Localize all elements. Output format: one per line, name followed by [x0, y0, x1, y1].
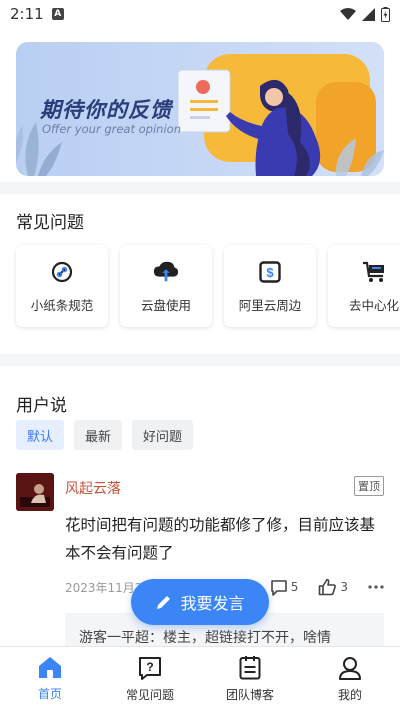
pencil-icon — [157, 595, 171, 609]
dollar-icon: $ — [257, 259, 283, 285]
tab-label: 团队博客 — [225, 687, 274, 702]
fab-label: 我要发言 — [180, 594, 245, 613]
tab-label: 常见问题 — [125, 687, 174, 702]
signal-icon — [362, 7, 375, 21]
filter-chips: 默认 最新 好问题 — [16, 420, 194, 450]
section-divider — [0, 182, 400, 194]
tab-team-blog[interactable]: 团队博客 — [200, 647, 300, 711]
thumbs-up-icon — [319, 578, 337, 596]
comment-button[interactable]: 5 — [270, 579, 299, 596]
faq-item-decentralization[interactable]: 去中心化 — [328, 245, 400, 327]
faq-item-aliyun-merch[interactable]: $ 阿里云周边 — [224, 245, 316, 327]
faq-item-cloud-usage[interactable]: 云盘使用 — [120, 245, 212, 327]
post-body: 花时间把有问题的功能都修了修，目前应该基本不会有问题了 — [65, 516, 376, 562]
tab-profile[interactable]: 我的 — [300, 647, 400, 711]
faq-section-title: 常见问题 — [16, 213, 84, 233]
cart-icon — [361, 259, 387, 285]
avatar[interactable] — [16, 473, 54, 511]
status-bar: 2:11 A — [0, 0, 400, 28]
tab-faq[interactable]: ? 常见问题 — [100, 647, 200, 711]
section-divider — [0, 354, 400, 366]
banner-subtitle: Offer your great opinion — [42, 122, 181, 136]
filter-default[interactable]: 默认 — [16, 420, 65, 450]
svg-text:$: $ — [266, 265, 274, 280]
banner-title: 期待你的反馈 — [40, 98, 172, 122]
more-button[interactable] — [368, 585, 384, 589]
battery-icon — [381, 6, 390, 22]
comment-icon — [270, 579, 287, 596]
notification-badge: A — [51, 8, 64, 20]
faq-item-label: 阿里云周边 — [238, 297, 302, 313]
pinned-badge: 置顶 — [354, 476, 384, 496]
filter-good-question[interactable]: 好问题 — [132, 420, 194, 450]
faq-item-label: 去中心化 — [348, 297, 399, 313]
person-icon — [339, 656, 361, 680]
bottom-tab-bar: 首页 ? 常见问题 团队博客 我的 — [0, 646, 400, 711]
faq-item-label: 云盘使用 — [140, 297, 191, 313]
tab-label: 我的 — [337, 687, 362, 702]
question-icon: ? — [139, 656, 161, 680]
like-button[interactable]: 3 — [318, 578, 348, 596]
faq-item-label: 小纸条规范 — [30, 297, 94, 313]
tab-label: 首页 — [37, 687, 62, 701]
filter-latest[interactable]: 最新 — [74, 420, 123, 450]
more-icon — [368, 585, 384, 589]
home-icon — [39, 657, 61, 678]
like-count: 3 — [340, 580, 348, 594]
feedback-banner[interactable]: 期待你的反馈 Offer your great opinion — [16, 42, 384, 176]
wifi-icon — [340, 8, 356, 20]
post-author[interactable]: 风起云落 — [65, 478, 121, 498]
link-icon — [49, 259, 75, 285]
document-icon — [239, 655, 261, 679]
svg-text:?: ? — [146, 660, 153, 674]
comment-count: 5 — [290, 580, 299, 594]
user-say-section-title: 用户说 — [16, 396, 67, 416]
cloud-upload-icon — [153, 259, 179, 285]
status-time: 2:11 — [10, 5, 44, 23]
faq-list: 小纸条规范 云盘使用 $ 阿里云周边 去中心化 — [16, 245, 400, 327]
faq-item-note-rules[interactable]: 小纸条规范 — [16, 245, 108, 327]
post-comment-button[interactable]: 我要发言 — [131, 579, 269, 625]
tab-home[interactable]: 首页 — [0, 647, 100, 711]
